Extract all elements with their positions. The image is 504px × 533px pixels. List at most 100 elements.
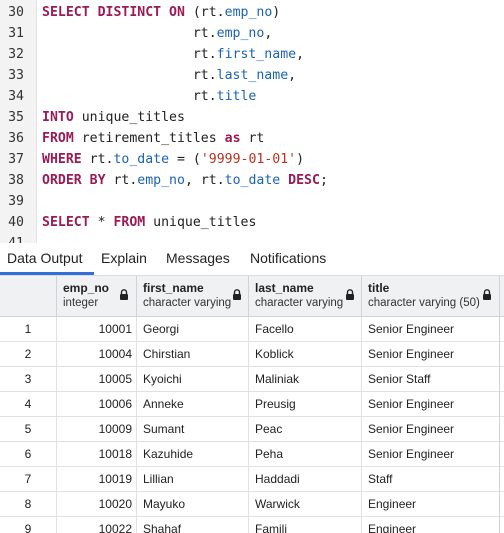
tab-explain[interactable]: Explain	[101, 243, 147, 274]
code-token: to_date	[224, 173, 281, 188]
column-header-emp-no[interactable]: emp_no integer	[57, 276, 137, 316]
row-index[interactable]: 1	[0, 317, 57, 341]
cell-last-name[interactable]: Preusig	[249, 392, 362, 416]
cell-first-name[interactable]: Lillian	[137, 467, 249, 491]
lock-icon	[233, 289, 241, 300]
row-index[interactable]: 4	[0, 392, 57, 416]
cell-first-name[interactable]: Kazuhide	[137, 442, 249, 466]
row-index-header[interactable]	[0, 276, 57, 316]
row-index[interactable]: 8	[0, 492, 57, 516]
column-header-title[interactable]: title character varying (50)	[362, 276, 500, 316]
cell-emp-no[interactable]: 10006	[57, 392, 137, 416]
code-token: )	[272, 5, 281, 20]
tab-notifications[interactable]: Notifications	[250, 243, 326, 274]
line-number: 33	[8, 68, 24, 83]
table-row[interactable]: 8 10020 Mayuko Warwick Engineer	[0, 492, 504, 517]
row-index[interactable]: 9	[0, 517, 57, 533]
table-row[interactable]: 5 10009 Sumant Peac Senior Engineer	[0, 417, 504, 442]
cell-emp-no[interactable]: 10020	[57, 492, 137, 516]
row-index[interactable]: 7	[0, 467, 57, 491]
cell-emp-no[interactable]: 10018	[57, 442, 137, 466]
column-name: title	[368, 281, 390, 295]
cell-first-name[interactable]: Georgi	[137, 317, 249, 341]
cell-emp-no[interactable]: 10004	[57, 342, 137, 366]
tab-data-output[interactable]: Data Output	[7, 243, 83, 274]
cell-last-name[interactable]: Warwick	[249, 492, 362, 516]
cell-title[interactable]: Senior Engineer	[362, 417, 500, 441]
cell-emp-no[interactable]: 10009	[57, 417, 137, 441]
tab-messages[interactable]: Messages	[166, 243, 230, 274]
table-row[interactable]: 3 10005 Kyoichi Maliniak Senior Staff	[0, 367, 504, 392]
lock-icon	[483, 289, 491, 300]
cell-title[interactable]: Senior Engineer	[362, 392, 500, 416]
line-number: 30	[8, 5, 24, 20]
cell-last-name[interactable]: Famili	[249, 517, 362, 533]
code-token: rt.	[42, 47, 217, 62]
table-row[interactable]: 1 10001 Georgi Facello Senior Engineer	[0, 317, 504, 342]
cell-title[interactable]: Senior Staff	[362, 367, 500, 391]
cell-last-name[interactable]: Maliniak	[249, 367, 362, 391]
line-number: 39	[8, 194, 24, 209]
code-token: emp_no	[216, 26, 265, 41]
cell-first-name[interactable]: Kyoichi	[137, 367, 249, 391]
lock-icon	[346, 289, 354, 300]
code-token: )	[296, 152, 305, 167]
table-row[interactable]: 7 10019 Lillian Haddadi Staff	[0, 467, 504, 492]
code-text: rt.emp_no,	[42, 23, 272, 44]
code-token: retirement_titles	[81, 131, 225, 146]
code-line: 30 SELECT DISTINCT ON (rt.emp_no)	[0, 2, 504, 23]
row-index[interactable]: 3	[0, 367, 57, 391]
column-header-last-name[interactable]: last_name character varying	[249, 276, 362, 316]
code-token: '9999-01-01'	[200, 152, 297, 167]
row-index[interactable]: 2	[0, 342, 57, 366]
code-token: emp_no	[224, 5, 273, 20]
column-header-first-name[interactable]: first_name character varying	[137, 276, 249, 316]
code-text: INTO unique_titles	[42, 107, 185, 128]
cell-first-name[interactable]: Mayuko	[137, 492, 249, 516]
code-line: 39	[0, 191, 504, 212]
code-token: INTO	[42, 110, 82, 125]
code-token: to_date	[113, 152, 170, 167]
cell-title[interactable]: Senior Engineer	[362, 317, 500, 341]
cell-last-name[interactable]: Peha	[249, 442, 362, 466]
row-index[interactable]: 6	[0, 442, 57, 466]
code-token: , rt.	[184, 173, 225, 188]
cell-title[interactable]: Staff	[362, 467, 500, 491]
code-text: WHERE rt.to_date = ('9999-01-01')	[42, 149, 304, 170]
cell-last-name[interactable]: Facello	[249, 317, 362, 341]
code-token: rt	[248, 131, 265, 146]
table-row[interactable]: 6 10018 Kazuhide Peha Senior Engineer	[0, 442, 504, 467]
code-token: ORDER BY	[42, 173, 114, 188]
cell-last-name[interactable]: Peac	[249, 417, 362, 441]
column-type: character varying (50)	[368, 297, 480, 309]
cell-emp-no[interactable]: 10022	[57, 517, 137, 533]
table-row[interactable]: 2 10004 Chirstian Koblick Senior Engineer	[0, 342, 504, 367]
code-token: title	[216, 89, 257, 104]
cell-first-name[interactable]: Chirstian	[137, 342, 249, 366]
code-token: *	[97, 215, 114, 230]
column-name: emp_no	[63, 281, 110, 295]
code-token: WHERE	[42, 152, 90, 167]
cell-first-name[interactable]: Sumant	[137, 417, 249, 441]
cell-emp-no[interactable]: 10001	[57, 317, 137, 341]
line-number: 40	[8, 215, 24, 230]
cell-last-name[interactable]: Koblick	[249, 342, 362, 366]
cell-title[interactable]: Engineer	[362, 492, 500, 516]
cell-emp-no[interactable]: 10019	[57, 467, 137, 491]
code-token: rt.	[42, 89, 217, 104]
sql-editor[interactable]: 30 SELECT DISTINCT ON (rt.emp_no) 31 rt.em…	[0, 0, 504, 243]
cell-title[interactable]: Engineer	[362, 517, 500, 533]
cell-first-name[interactable]: Shahaf	[137, 517, 249, 533]
cell-title[interactable]: Senior Engineer	[362, 342, 500, 366]
cell-last-name[interactable]: Haddadi	[249, 467, 362, 491]
cell-emp-no[interactable]: 10005	[57, 367, 137, 391]
line-number: 36	[8, 131, 24, 146]
cell-first-name[interactable]: Anneke	[137, 392, 249, 416]
table-row[interactable]: 4 10006 Anneke Preusig Senior Engineer	[0, 392, 504, 417]
cell-title[interactable]: Senior Engineer	[362, 442, 500, 466]
row-index[interactable]: 5	[0, 417, 57, 441]
line-number: 32	[8, 47, 24, 62]
line-number: 31	[8, 26, 24, 41]
table-row[interactable]: 9 10022 Shahaf Famili Engineer	[0, 517, 504, 533]
